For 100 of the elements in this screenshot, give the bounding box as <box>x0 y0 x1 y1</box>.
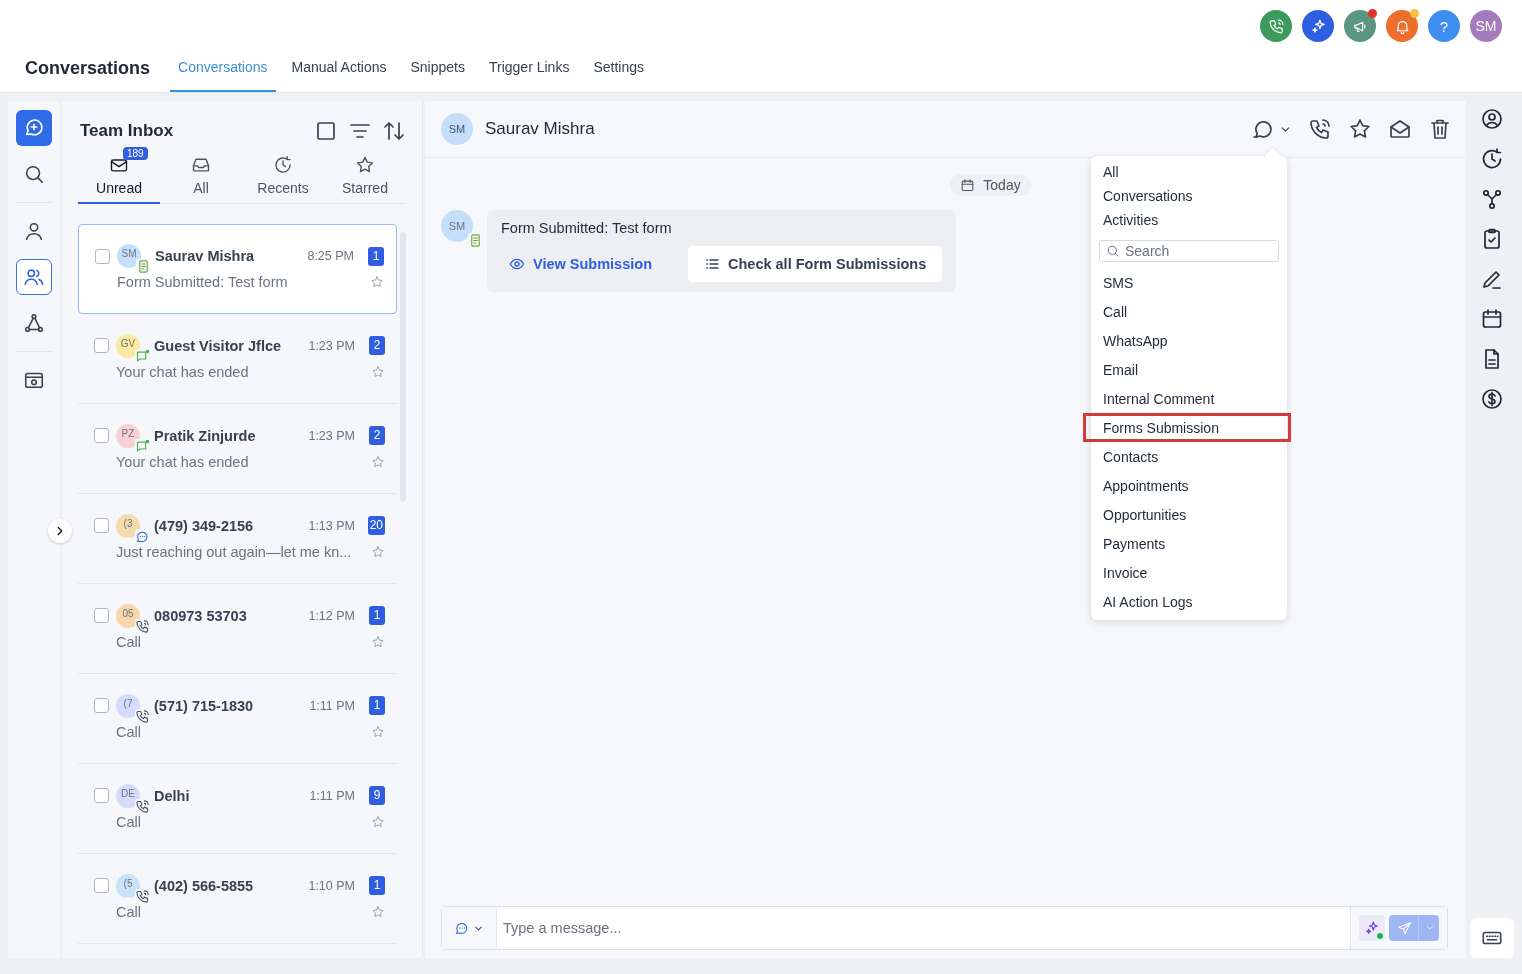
star-icon[interactable] <box>371 544 385 559</box>
star-icon[interactable] <box>371 724 385 739</box>
ai-button[interactable] <box>1359 915 1385 941</box>
person-icon <box>23 220 45 242</box>
inbox-tab[interactable]: Recents <box>242 151 324 204</box>
notification-button[interactable] <box>1386 10 1418 42</box>
star-icon[interactable] <box>1348 117 1372 141</box>
menu-item[interactable]: Internal Comment <box>1083 384 1291 413</box>
message-icon <box>454 920 470 936</box>
checkbox[interactable] <box>94 698 109 713</box>
message-preview: Call <box>116 813 142 830</box>
phone-icon <box>135 798 150 814</box>
inbox-icon <box>191 155 211 175</box>
notification-dot <box>1368 9 1377 18</box>
form-submissions-button[interactable]: Check all Form Submissions <box>688 246 943 282</box>
menu-heading[interactable]: All Conversations Activities <box>1091 156 1205 236</box>
avatar: PZ <box>116 423 140 448</box>
nav-tab[interactable]: Manual Actions <box>283 44 395 92</box>
nav-tab[interactable]: Settings <box>585 44 652 92</box>
nav-tab[interactable]: Trigger Links <box>481 44 578 92</box>
nav-tab[interactable]: Snippets <box>402 44 473 92</box>
branch-icon[interactable] <box>1480 187 1504 211</box>
timestamp: 1:11 PM <box>309 788 355 803</box>
star-icon[interactable] <box>371 364 385 379</box>
calendar-icon[interactable] <box>1480 307 1504 331</box>
chat-icon <box>135 438 150 454</box>
menu-item[interactable]: Email <box>1083 355 1291 384</box>
select-all-checkbox[interactable] <box>314 119 338 143</box>
calendar-icon <box>960 177 976 193</box>
star-icon[interactable] <box>370 275 384 289</box>
message-text: Form Submitted: Test form <box>501 220 673 236</box>
contact-name: Saurav Mishra <box>155 248 256 264</box>
avatar: (3 <box>116 513 140 538</box>
phone-icon <box>1267 17 1285 35</box>
unread-count: 1 <box>369 876 385 895</box>
menu-item[interactable]: Call <box>1083 297 1291 326</box>
envelope-icon[interactable] <box>1388 117 1412 141</box>
inbox-tab[interactable]: Starred <box>324 151 406 204</box>
menu-item[interactable]: Forms Submission <box>1083 413 1291 442</box>
history-icon[interactable] <box>1480 147 1504 171</box>
menu-item[interactable]: WhatsApp <box>1083 326 1291 355</box>
checkbox[interactable] <box>94 788 109 803</box>
checkbox[interactable] <box>94 338 109 353</box>
sort-icon[interactable] <box>382 119 406 143</box>
inbox-tab[interactable]: All <box>160 151 242 204</box>
timestamp: 1:10 PM <box>308 878 355 893</box>
new-chat-button[interactable] <box>16 110 52 146</box>
user-icon[interactable] <box>1480 107 1504 131</box>
avatar: SM <box>441 113 473 145</box>
contact-name: Guest Visitor Jflce <box>154 337 283 354</box>
checkbox[interactable] <box>94 518 109 533</box>
menu-item[interactable]: AI Action Logs <box>1083 587 1291 616</box>
checkbox[interactable] <box>94 878 109 893</box>
menu-item[interactable]: Invoice <box>1083 558 1291 587</box>
inbox-tab[interactable]: 189 Unread <box>78 151 160 204</box>
unread-count: 9 <box>369 786 385 805</box>
form-icon <box>468 233 483 248</box>
page-title: Conversations <box>25 57 151 79</box>
view-submission-link[interactable]: View Submission <box>501 246 668 282</box>
dollar-icon[interactable] <box>1480 387 1504 411</box>
keyboard-button[interactable] <box>1470 918 1514 958</box>
phone-icon[interactable] <box>1308 117 1332 141</box>
conversation-card[interactable]: SM Saurav Mishra 8:25 PM 1 Form Submitted: Test form <box>78 224 397 314</box>
ai-button[interactable] <box>1302 10 1334 42</box>
search-icon <box>1106 244 1120 258</box>
phone-button[interactable] <box>1260 10 1292 42</box>
people-button[interactable] <box>16 259 52 295</box>
avatar: (5 <box>116 873 140 898</box>
avatar: SM <box>441 210 473 242</box>
phone-icon <box>135 888 150 904</box>
unread-count: 189 <box>123 147 148 160</box>
menu-item[interactable]: Payments <box>1083 529 1291 558</box>
timestamp: 8:25 PM <box>307 249 354 263</box>
star-icon[interactable] <box>371 814 385 829</box>
checkbox[interactable] <box>94 608 109 623</box>
new-chat-icon <box>23 117 45 139</box>
checkbox[interactable] <box>95 248 110 264</box>
menu-item[interactable]: Contacts <box>1083 442 1291 471</box>
status-dot <box>1377 933 1383 939</box>
inbox-title: Team Inbox <box>80 121 174 141</box>
star-icon[interactable] <box>371 904 385 919</box>
message-preview: Your chat has ended <box>116 363 250 380</box>
eye-icon <box>509 256 525 272</box>
star-icon[interactable] <box>371 634 385 649</box>
message-preview: Just reaching out again—let me kn... <box>116 543 353 560</box>
contact-name: (402) 566-5855 <box>154 877 255 894</box>
checkbox[interactable] <box>94 428 109 443</box>
unread-count: 2 <box>369 426 385 445</box>
message-composer[interactable]: Type a message... <box>441 906 1448 950</box>
star-icon[interactable] <box>371 454 385 469</box>
menu-item[interactable]: SMS <box>1083 268 1291 297</box>
phone-icon <box>135 708 150 724</box>
trash-icon[interactable] <box>1428 117 1452 141</box>
expand-button[interactable] <box>48 519 72 543</box>
search-field[interactable]: Search <box>1099 240 1279 262</box>
announcement-button[interactable] <box>1344 10 1376 42</box>
menu-item[interactable]: Appointments <box>1083 471 1291 500</box>
contact-name: Saurav Mishra <box>485 119 596 139</box>
menu-item[interactable]: Opportunities <box>1083 500 1291 529</box>
avatar: GV <box>116 333 140 358</box>
